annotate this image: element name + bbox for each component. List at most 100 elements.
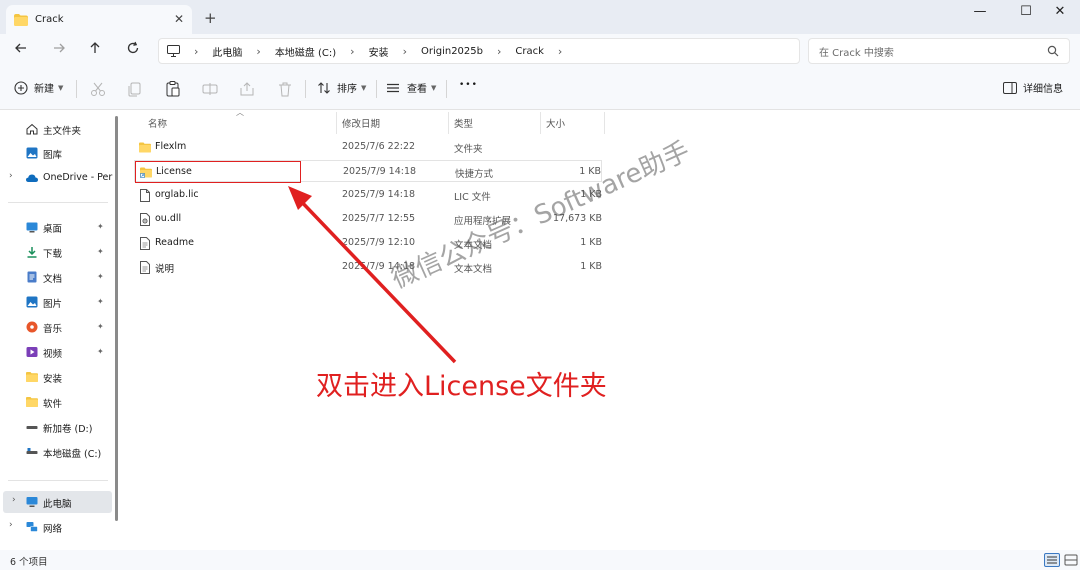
- sidebar-item-drive-d[interactable]: 新加卷 (D:): [0, 416, 112, 438]
- address-bar[interactable]: › 此电脑 › 本地磁盘 (C:) › 安装 › Origin2025b › C…: [158, 38, 800, 64]
- column-divider[interactable]: [540, 112, 541, 134]
- minimize-button[interactable]: —: [960, 4, 1000, 24]
- dll-icon: [140, 213, 150, 226]
- close-window-button[interactable]: ✕: [1040, 4, 1080, 24]
- pin-icon: ✦: [97, 347, 104, 356]
- forward-button[interactable]: [48, 41, 70, 61]
- toolbar-divider: [376, 80, 377, 98]
- command-bar: 新建 ▼ 排序 ▼ 查看 ▼ ••• 详细信息: [0, 68, 1080, 110]
- sidebar-divider: [8, 480, 108, 481]
- column-header-size[interactable]: 大小: [546, 116, 565, 130]
- network-icon: [26, 522, 38, 532]
- new-tab-button[interactable]: +: [204, 9, 217, 27]
- sidebar-item-documents[interactable]: 文档 ✦: [0, 266, 112, 288]
- document-icon: [27, 271, 37, 283]
- delete-icon[interactable]: [276, 80, 294, 98]
- breadcrumb-drive-c[interactable]: 本地磁盘 (C:): [275, 44, 336, 59]
- sidebar-item-network[interactable]: › 网络: [0, 516, 112, 538]
- sidebar-item-desktop[interactable]: 桌面 ✦: [0, 216, 112, 238]
- view-button[interactable]: 查看 ▼: [386, 80, 436, 95]
- folder-icon: [26, 397, 38, 407]
- breadcrumb-separator: ›: [497, 44, 502, 58]
- home-icon: [26, 123, 38, 135]
- file-name: Readme: [155, 237, 194, 248]
- column-header-type[interactable]: 类型: [454, 116, 473, 130]
- desktop-icon: [26, 222, 38, 233]
- search-icon: [1047, 45, 1059, 57]
- arrow-right-icon: [54, 43, 65, 53]
- file-row[interactable]: Flexlm 2025/7/6 22:22 文件夹: [134, 136, 602, 158]
- refresh-button[interactable]: [122, 41, 144, 61]
- sidebar-item-onedrive[interactable]: › OneDrive - Per: [0, 167, 112, 189]
- sort-button[interactable]: 排序 ▼: [317, 80, 366, 95]
- file-name: ou.dll: [155, 213, 182, 224]
- copy-icon[interactable]: [126, 80, 144, 98]
- breadcrumb-this-pc[interactable]: 此电脑: [212, 44, 242, 59]
- picture-icon: [26, 296, 38, 308]
- breadcrumb-crack[interactable]: Crack: [515, 46, 544, 57]
- more-options-button[interactable]: •••: [459, 80, 478, 90]
- gallery-icon: [26, 147, 38, 159]
- cut-icon[interactable]: [89, 80, 107, 98]
- navigation-pane: 主文件夹 图库 › OneDrive - Per 桌面 ✦ 下载 ✦ 文档 ✦ …: [0, 110, 122, 550]
- text-file-icon: [140, 237, 150, 250]
- annotation-instruction: 双击进入License文件夹: [316, 371, 607, 402]
- search-input[interactable]: 在 Crack 中搜索: [808, 38, 1070, 64]
- breadcrumb-separator: ›: [350, 44, 355, 58]
- breadcrumb-install[interactable]: 安装: [369, 44, 389, 59]
- download-icon: [27, 247, 37, 258]
- pin-icon: ✦: [97, 247, 104, 256]
- status-bar: 6 个项目: [0, 550, 1080, 570]
- chevron-right-icon[interactable]: ›: [9, 171, 13, 181]
- file-date: 2025/7/9 14:18: [343, 166, 417, 177]
- column-header-name[interactable]: 名称: [148, 116, 167, 130]
- chevron-right-icon[interactable]: ›: [12, 495, 16, 505]
- file-icon: [140, 189, 150, 202]
- tab-crack[interactable]: Crack ✕: [6, 5, 192, 34]
- sidebar-item-label: 主文件夹: [43, 126, 82, 137]
- breadcrumb-separator: ›: [194, 44, 199, 58]
- file-type: LIC 文件: [454, 192, 491, 203]
- title-bar: Crack ✕ + — ☐ ✕: [0, 0, 1080, 34]
- file-type: 快捷方式: [455, 169, 494, 180]
- file-row[interactable]: 说明 2025/7/9 14:18 文本文档 1 KB: [134, 256, 602, 278]
- sidebar-item-home[interactable]: 主文件夹: [0, 118, 112, 140]
- tiles-view-icon[interactable]: [1063, 553, 1079, 567]
- sort-label: 排序: [337, 84, 357, 95]
- column-divider[interactable]: [448, 112, 449, 134]
- sidebar-item-gallery[interactable]: 图库: [0, 142, 112, 164]
- column-divider[interactable]: [336, 112, 337, 134]
- sidebar-item-videos[interactable]: 视频 ✦: [0, 341, 112, 363]
- sidebar-item-drive-c[interactable]: 本地磁盘 (C:): [0, 441, 112, 463]
- chevron-right-icon[interactable]: ›: [9, 520, 13, 530]
- sidebar-item-software[interactable]: 软件: [0, 391, 112, 413]
- file-name: 说明: [155, 264, 175, 275]
- up-button[interactable]: [84, 41, 106, 61]
- back-button[interactable]: [10, 41, 32, 61]
- sidebar-item-this-pc[interactable]: › 此电脑: [3, 491, 112, 513]
- share-icon[interactable]: [238, 80, 256, 98]
- sidebar-item-downloads[interactable]: 下载 ✦: [0, 241, 112, 263]
- details-pane-button[interactable]: 详细信息: [1003, 80, 1063, 95]
- new-button[interactable]: 新建 ▼: [14, 80, 63, 95]
- tab-close-icon[interactable]: ✕: [174, 12, 184, 26]
- details-view-icon[interactable]: [1044, 553, 1060, 567]
- sidebar-item-label: 图库: [43, 150, 63, 161]
- sidebar-item-install[interactable]: 安装: [0, 366, 112, 388]
- cloud-icon: [26, 174, 38, 182]
- sort-ascending-icon: ︿: [236, 108, 244, 117]
- toolbar-divider: [446, 80, 447, 98]
- column-divider[interactable]: [604, 112, 605, 134]
- pin-icon: ✦: [97, 272, 104, 281]
- paste-icon[interactable]: [164, 80, 182, 98]
- breadcrumb-origin[interactable]: Origin2025b: [421, 46, 483, 57]
- toolbar-divider: [305, 80, 306, 98]
- file-date: 2025/7/6 22:22: [342, 141, 416, 152]
- column-header-modified[interactable]: 修改日期: [342, 116, 380, 130]
- sidebar-item-music[interactable]: 音乐 ✦: [0, 316, 112, 338]
- sidebar-item-pictures[interactable]: 图片 ✦: [0, 291, 112, 313]
- text-file-icon: [140, 261, 150, 274]
- rename-icon[interactable]: [201, 80, 219, 98]
- sidebar-scrollbar[interactable]: [115, 116, 118, 521]
- refresh-icon: [127, 41, 139, 54]
